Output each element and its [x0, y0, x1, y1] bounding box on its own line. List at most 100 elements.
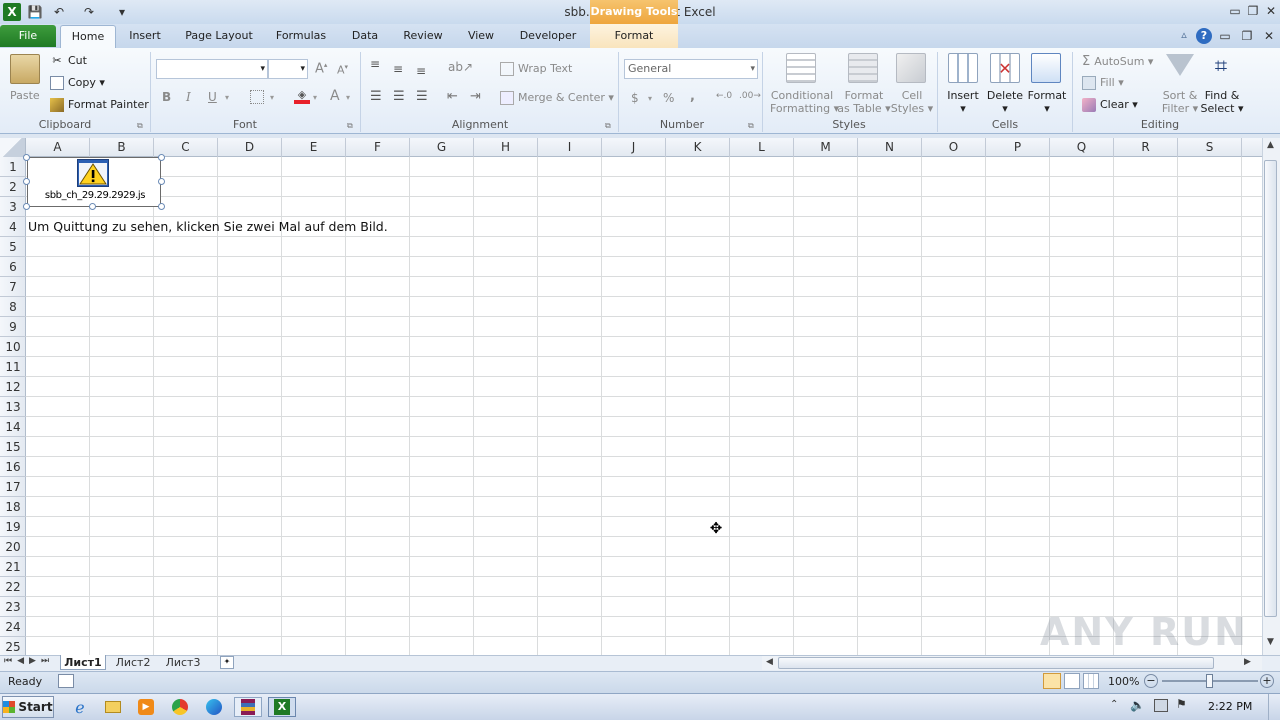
horizontal-scroll-thumb[interactable] — [778, 657, 1214, 669]
column-header-j[interactable]: J — [602, 138, 666, 157]
increase-indent-icon[interactable]: ⇥ — [470, 89, 481, 104]
sort-filter-button[interactable]: Sort & Filter ▾ — [1158, 89, 1202, 115]
macro-record-icon[interactable] — [58, 674, 74, 688]
row-header-7[interactable]: 7 — [0, 277, 26, 297]
restore-button[interactable]: ❐ — [1244, 2, 1262, 20]
chevron-down-icon[interactable]: ▾ — [346, 93, 350, 102]
column-header-d[interactable]: D — [218, 138, 282, 157]
row-header-21[interactable]: 21 — [0, 557, 26, 577]
column-header-i[interactable]: I — [538, 138, 602, 157]
align-bottom-icon[interactable]: ≡ — [416, 64, 426, 78]
align-middle-icon[interactable]: ≡ — [393, 62, 403, 76]
row-header-14[interactable]: 14 — [0, 417, 26, 437]
underline-button[interactable]: U — [208, 90, 217, 104]
zoom-level-text[interactable]: 100% — [1108, 675, 1139, 688]
orientation-icon[interactable]: ab↗ — [448, 60, 473, 74]
workbook-restore-button[interactable]: ❐ — [1238, 27, 1256, 45]
row-header-22[interactable]: 22 — [0, 577, 26, 597]
sheet-tab-2[interactable]: Лист2 — [110, 655, 156, 670]
column-header-e[interactable]: E — [282, 138, 346, 157]
chevron-down-icon[interactable]: ▾ — [270, 93, 274, 102]
wrap-text-button[interactable]: Wrap Text — [500, 62, 572, 76]
align-right-icon[interactable]: ☰ — [416, 89, 428, 104]
column-header-s[interactable]: S — [1178, 138, 1242, 157]
column-header-a[interactable]: A — [26, 138, 90, 157]
merge-center-button[interactable]: Merge & Center ▾ — [500, 91, 614, 105]
row-header-6[interactable]: 6 — [0, 257, 26, 277]
zoom-out-icon[interactable]: − — [1144, 674, 1158, 688]
resize-handle[interactable] — [23, 178, 30, 185]
tab-data[interactable]: Data — [344, 24, 386, 48]
scroll-right-arrow-icon[interactable]: ▶ — [1244, 657, 1251, 667]
binoculars-icon[interactable]: ⌗ — [1207, 54, 1235, 82]
row-header-12[interactable]: 12 — [0, 377, 26, 397]
tab-insert[interactable]: Insert — [122, 24, 168, 48]
row-header-24[interactable]: 24 — [0, 617, 26, 637]
row-header-5[interactable]: 5 — [0, 237, 26, 257]
format-as-table-icon[interactable] — [848, 53, 878, 83]
ribbon-minimize-icon[interactable]: ▵ — [1176, 28, 1192, 44]
cell-styles-button[interactable]: Cell Styles ▾ — [890, 89, 934, 115]
clear-button[interactable]: Clear ▾ — [1082, 98, 1138, 112]
column-header-m[interactable]: M — [794, 138, 858, 157]
volume-icon[interactable]: 🔈 — [1130, 698, 1145, 712]
sort-filter-icon[interactable] — [1166, 54, 1194, 76]
column-header-h[interactable]: H — [474, 138, 538, 157]
cell-a4-text[interactable]: Um Quittung zu sehen, klicken Sie zwei M… — [28, 219, 388, 234]
tab-developer[interactable]: Developer — [514, 24, 582, 48]
column-header-k[interactable]: K — [666, 138, 730, 157]
autosum-button[interactable]: Σ AutoSum ▾ — [1082, 54, 1153, 69]
align-center-icon[interactable]: ☰ — [393, 89, 405, 104]
font-name-dropdown[interactable]: ▾ — [156, 59, 268, 79]
row-header-15[interactable]: 15 — [0, 437, 26, 457]
row-header-23[interactable]: 23 — [0, 597, 26, 617]
clipboard-launcher-icon[interactable]: ⧉ — [137, 121, 143, 131]
column-header-g[interactable]: G — [410, 138, 474, 157]
insert-cells-icon[interactable] — [948, 53, 978, 83]
row-header-9[interactable]: 9 — [0, 317, 26, 337]
fill-color-icon[interactable]: ◈ — [294, 88, 310, 104]
resize-handle[interactable] — [23, 203, 30, 210]
scroll-up-arrow-icon[interactable]: ▲ — [1264, 140, 1277, 156]
resize-handle[interactable] — [158, 178, 165, 185]
currency-button[interactable]: $ — [631, 91, 639, 105]
row-header-18[interactable]: 18 — [0, 497, 26, 517]
row-header-1[interactable]: 1 — [0, 157, 26, 177]
scroll-down-arrow-icon[interactable]: ▼ — [1264, 637, 1277, 653]
decrease-indent-icon[interactable]: ⇤ — [447, 89, 458, 104]
column-header-p[interactable]: P — [986, 138, 1050, 157]
action-center-flag-icon[interactable]: ⚑ — [1176, 697, 1187, 711]
font-color-icon[interactable]: A — [330, 88, 340, 104]
ie-icon[interactable]: ℯ — [70, 697, 90, 717]
paste-button[interactable]: Paste — [10, 89, 40, 102]
chevron-down-icon[interactable]: ▾ — [313, 93, 317, 102]
column-header-q[interactable]: Q — [1050, 138, 1114, 157]
row-header-25[interactable]: 25 — [0, 637, 26, 657]
fill-button[interactable]: Fill ▾ — [1082, 76, 1124, 90]
insert-sheet-icon[interactable]: ✦ — [220, 656, 234, 669]
borders-icon[interactable] — [250, 90, 264, 104]
column-header-r[interactable]: R — [1114, 138, 1178, 157]
page-break-view-icon[interactable] — [1083, 673, 1099, 689]
format-cells-icon[interactable] — [1031, 53, 1061, 83]
font-size-dropdown[interactable]: ▾ — [268, 59, 308, 79]
resize-handle[interactable] — [23, 154, 30, 161]
tab-review[interactable]: Review — [398, 24, 448, 48]
italic-button[interactable]: I — [186, 90, 191, 104]
workbook-close-button[interactable]: ✕ — [1260, 27, 1278, 45]
sheet-tab-3[interactable]: Лист3 — [160, 655, 206, 670]
row-header-17[interactable]: 17 — [0, 477, 26, 497]
resize-handle[interactable] — [89, 203, 96, 210]
row-header-11[interactable]: 11 — [0, 357, 26, 377]
chrome-icon[interactable] — [170, 697, 190, 717]
row-header-4[interactable]: 4 — [0, 217, 26, 237]
resize-handle[interactable] — [158, 203, 165, 210]
edge-icon[interactable] — [204, 697, 224, 717]
explorer-folder-icon[interactable] — [103, 697, 123, 717]
show-desktop-button[interactable] — [1268, 694, 1280, 720]
row-header-19[interactable]: 19 — [0, 517, 26, 537]
row-header-20[interactable]: 20 — [0, 537, 26, 557]
bold-button[interactable]: B — [162, 90, 171, 104]
column-header-l[interactable]: L — [730, 138, 794, 157]
align-left-icon[interactable]: ☰ — [370, 89, 382, 104]
